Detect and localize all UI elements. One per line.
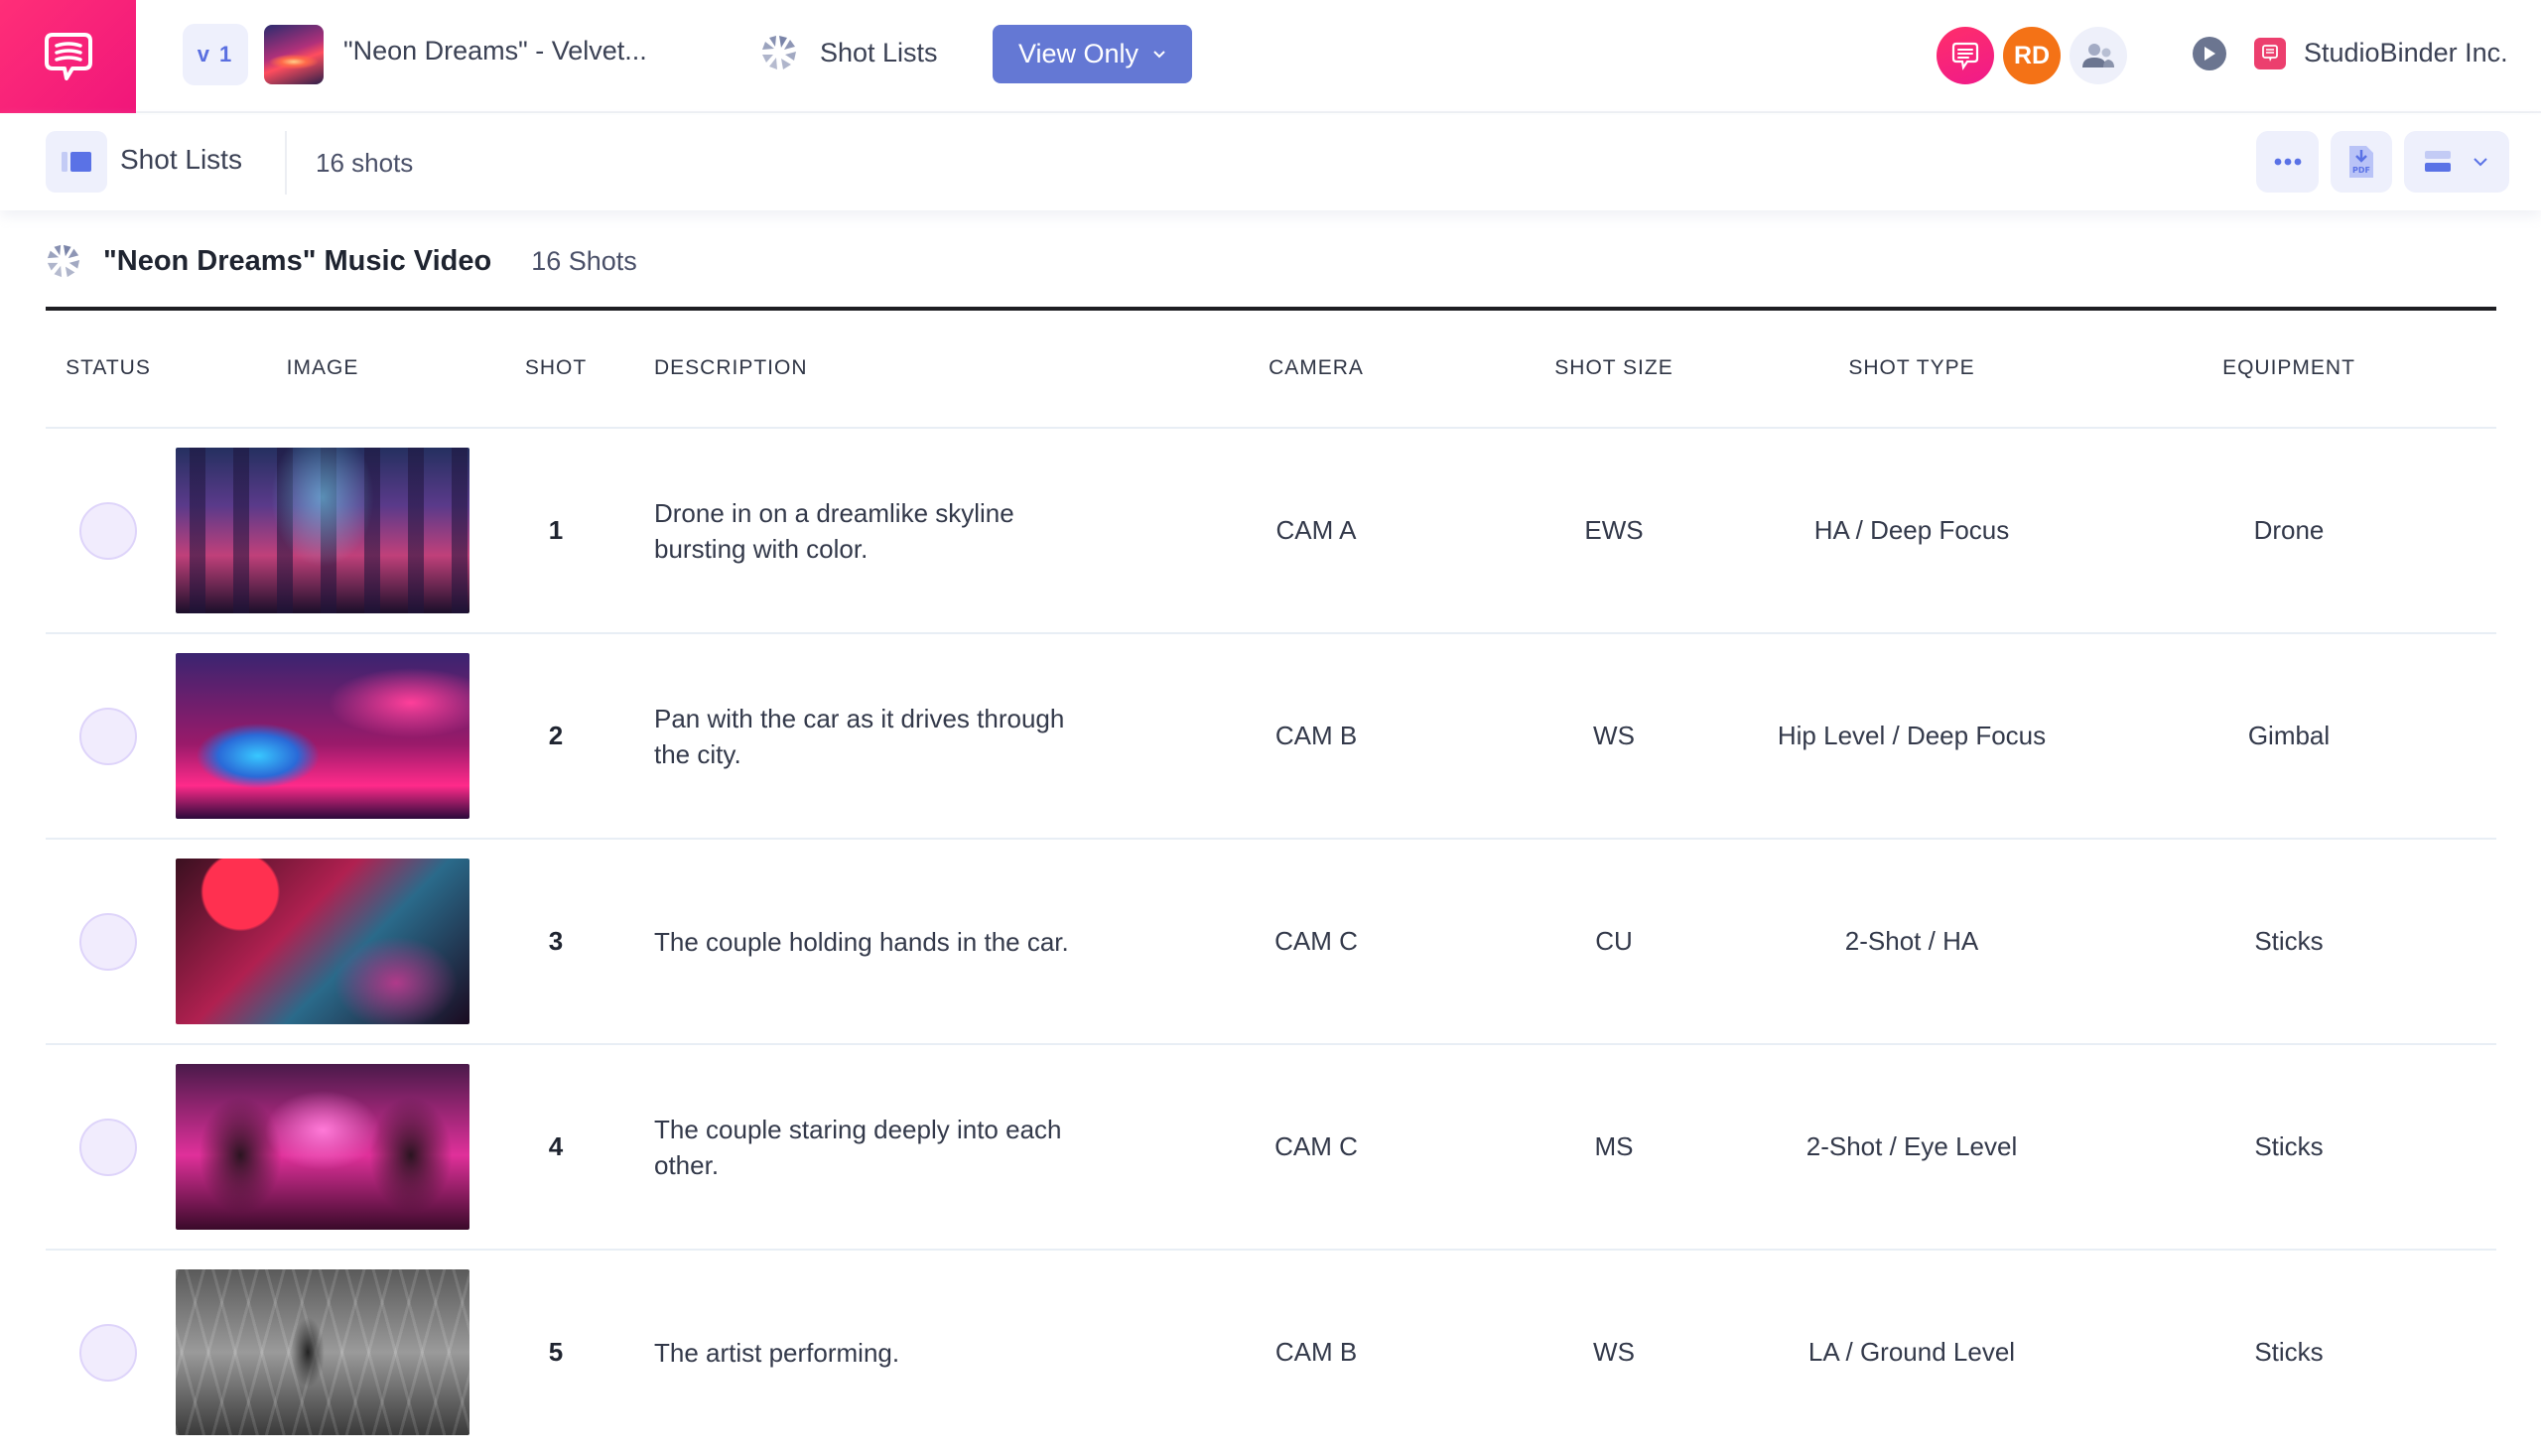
shot-image[interactable] (176, 448, 469, 613)
table-header: STATUS IMAGE SHOT DESCRIPTION CAMERA SHO… (46, 311, 2496, 429)
shot-image[interactable] (176, 859, 469, 1024)
shot-camera: CAM C (1274, 1131, 1358, 1161)
shot-image[interactable] (176, 653, 469, 819)
status-toggle[interactable] (79, 912, 137, 971)
table-row[interactable]: 1 Drone in on a dreamlike skyline bursti… (46, 429, 2496, 634)
shot-lists-label: Shot Lists (820, 37, 938, 67)
chat-bubble-icon (44, 33, 92, 80)
version-chip[interactable]: v 1 (183, 24, 248, 85)
shot-number: 1 (548, 515, 564, 545)
shot-equipment: Sticks (2254, 1131, 2324, 1161)
shot-camera: CAM B (1274, 1337, 1358, 1367)
column-header-shot-type[interactable]: SHOT TYPE (1733, 356, 2090, 380)
column-header-status[interactable]: STATUS (46, 356, 171, 380)
shot-type: HA / Deep Focus (1813, 515, 2010, 545)
shot-type: Hip Level / Deep Focus (1777, 721, 2047, 750)
shot-lists-nav[interactable]: Shot Lists (760, 30, 938, 75)
shot-image[interactable] (176, 1269, 469, 1435)
shot-number: 4 (548, 1131, 564, 1161)
column-header-shot[interactable]: SHOT (522, 356, 590, 380)
aperture-icon (762, 36, 796, 69)
shot-number: 2 (548, 721, 564, 750)
shot-equipment: Sticks (2254, 1337, 2324, 1367)
shot-equipment: Sticks (2254, 926, 2324, 956)
shot-camera: CAM B (1274, 721, 1358, 750)
user-avatar[interactable]: RD (2003, 27, 2061, 84)
divider (285, 131, 287, 195)
shot-type: LA / Ground Level (1807, 1337, 2016, 1367)
subbar-title: Shot Lists (120, 144, 242, 175)
play-icon (2205, 47, 2215, 61)
shot-camera: CAM A (1275, 515, 1357, 545)
status-toggle[interactable] (79, 1118, 137, 1176)
shot-number: 5 (548, 1337, 564, 1367)
status-toggle[interactable] (79, 501, 137, 560)
shot-type: 2-Shot / HA (1844, 926, 1979, 956)
more-icon (2274, 158, 2301, 166)
table-row[interactable]: 5 The artist performing. CAM B WS LA / G… (46, 1251, 2496, 1456)
shot-description: Pan with the car as it drives through th… (654, 703, 1065, 769)
comments-avatar[interactable] (1937, 27, 1994, 84)
layout-toggle-button[interactable] (2404, 131, 2509, 193)
table-row[interactable]: 4 The couple staring deeply into each ot… (46, 1045, 2496, 1251)
shot-list-count: 16 Shots (531, 245, 637, 276)
play-button[interactable] (2193, 37, 2226, 70)
shot-size: WS (1593, 721, 1635, 750)
column-header-camera[interactable]: CAMERA (1237, 356, 1396, 380)
shot-size: MS (1594, 1131, 1634, 1161)
shot-size: CU (1595, 926, 1633, 956)
shot-size: EWS (1584, 515, 1644, 545)
column-header-shot-size[interactable]: SHOT SIZE (1535, 356, 1693, 380)
status-toggle[interactable] (79, 1323, 137, 1382)
view-only-label: View Only (1017, 39, 1139, 68)
shot-image[interactable] (176, 1064, 469, 1230)
shot-list-header: "Neon Dreams" Music Video 16 Shots (46, 236, 637, 286)
project-title[interactable]: "Neon Dreams" - Velvet... (343, 36, 647, 66)
shot-camera: CAM C (1274, 926, 1358, 956)
users-icon (2082, 44, 2114, 67)
shot-table: STATUS IMAGE SHOT DESCRIPTION CAMERA SHO… (46, 311, 2496, 1456)
aperture-icon (47, 244, 80, 278)
team-avatar[interactable] (2070, 27, 2127, 84)
table-row[interactable]: 2 Pan with the car as it drives through … (46, 634, 2496, 840)
column-header-description[interactable]: DESCRIPTION (654, 356, 1170, 380)
status-toggle[interactable] (79, 707, 137, 765)
chevron-down-icon (2474, 158, 2487, 167)
table-row[interactable]: 3 The couple holding hands in the car. C… (46, 840, 2496, 1045)
shot-list-title: "Neon Dreams" Music Video (103, 244, 492, 277)
column-header-equipment[interactable]: EQUIPMENT (2180, 356, 2398, 380)
shot-description: Drone in on a dreamlike skyline bursting… (654, 497, 1014, 564)
shot-number: 3 (548, 926, 564, 956)
layout-icon (2425, 151, 2451, 172)
company-logo (2254, 38, 2286, 69)
shot-description: The couple holding hands in the car. (654, 926, 1069, 957)
shot-description: The artist performing. (654, 1337, 900, 1368)
svg-text:PDF: PDF (2352, 166, 2370, 175)
chevron-down-icon (1153, 50, 1165, 58)
studiobinder-logo[interactable] (0, 0, 136, 113)
view-only-dropdown[interactable]: View Only (993, 25, 1192, 83)
shot-description: The couple staring deeply into each othe… (654, 1114, 1062, 1180)
column-header-image[interactable]: IMAGE (174, 356, 471, 380)
shot-equipment: Gimbal (2247, 721, 2331, 750)
shot-type: 2-Shot / Eye Level (1805, 1131, 2018, 1161)
chat-bubble-icon (2262, 45, 2278, 62)
export-pdf-button[interactable]: PDF (2331, 131, 2392, 193)
shot-count: 16 shots (316, 148, 414, 178)
project-thumbnail (264, 25, 324, 84)
sidebar-toggle-button[interactable] (46, 131, 107, 193)
pdf-download-icon: PDF (2349, 146, 2373, 178)
chat-bubble-icon (1951, 42, 1979, 70)
company-name[interactable]: StudioBinder Inc. (2304, 38, 2508, 68)
panel-icon (62, 152, 91, 172)
shot-equipment: Drone (2253, 515, 2325, 545)
top-bar: v 1 "Neon Dreams" - Velvet... Shot Lists… (0, 0, 2541, 113)
more-options-button[interactable] (2256, 131, 2319, 193)
sub-header: Shot Lists 16 shots PDF (0, 115, 2541, 210)
shot-size: WS (1593, 1337, 1635, 1367)
